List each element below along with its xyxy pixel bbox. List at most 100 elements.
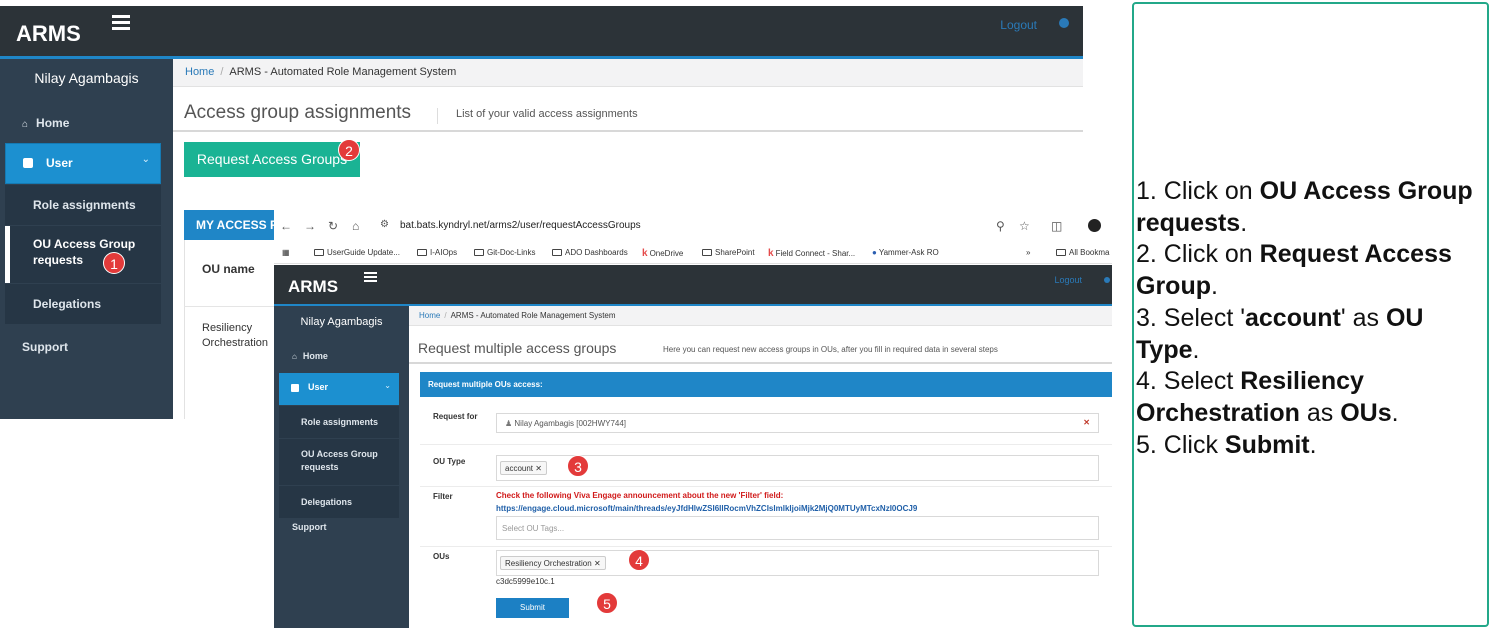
extensions-icon[interactable]: ◫ [1051, 219, 1062, 233]
sidebar-item-label: Delegations [33, 297, 102, 311]
sidebar-item-home[interactable]: ⌂ Home [22, 116, 69, 130]
sidebar-item-label: Home [36, 116, 70, 130]
row-divider [420, 444, 1112, 445]
hamburger-menu-icon[interactable] [112, 15, 130, 31]
instruction-step-4: 4. Select Resiliency Orchestration as OU… [1136, 367, 1399, 427]
user-icon[interactable] [1059, 18, 1069, 28]
request-for-field[interactable]: ♟ Nilay Agambagis [002HWY744] ✕ [496, 413, 1099, 433]
ou-tags-input[interactable]: Select OU Tags... [496, 516, 1099, 540]
page-title: Request multiple access groups [418, 340, 617, 356]
bookmarks-more[interactable]: » [1026, 248, 1030, 257]
sidebar-item-support[interactable]: Support [22, 340, 68, 354]
sidebar-item-label: Role assignments [301, 417, 379, 427]
instruction-step-1: 1. Click on OU Access Group requests. [1136, 177, 1473, 237]
submit-button[interactable]: Submit [496, 598, 569, 618]
step-badge-2: 2 [338, 139, 360, 161]
brand-logo: ARMS [16, 21, 81, 46]
breadcrumb-home-link[interactable]: Home [419, 311, 440, 320]
access-panel [184, 210, 284, 419]
breadcrumb: Home / ARMS - Automated Role Management Sy… [409, 306, 1112, 326]
breadcrumb: Home / ARMS - Automated Role Management Sy… [173, 59, 1083, 87]
folder-icon [1056, 249, 1066, 256]
home-icon[interactable]: ⌂ [352, 219, 359, 233]
breadcrumb-current: ARMS - Automated Role Management System [229, 66, 457, 78]
row-divider [420, 486, 1112, 487]
bookmark-item[interactable]: I-AIOps [417, 248, 457, 257]
step-badge-5: 5 [596, 592, 618, 614]
access-panel-header: MY ACCESS R [184, 210, 284, 240]
table-column-ou-name: OU name [202, 262, 255, 276]
filter-label: Filter [433, 492, 453, 501]
zoom-icon[interactable]: ⚲ [996, 219, 1005, 233]
instruction-step-5: 5. Click Submit. [1136, 430, 1317, 459]
ou-type-tag[interactable]: account ✕ [500, 461, 547, 475]
sidebar-item-support[interactable]: Support [292, 522, 327, 532]
top-navbar: ARMS Logout [0, 6, 1083, 56]
sidebar-item-label: Role assignments [33, 198, 136, 212]
step-badge-3: 3 [567, 455, 589, 477]
ous-tag-label: Resiliency Orchestration [505, 559, 592, 568]
sidebar-item-user[interactable]: User ⌄ [5, 143, 161, 184]
bookmark-item[interactable]: k Field Connect - Shar... [768, 248, 855, 259]
bookmark-item[interactable]: SharePoint [702, 248, 755, 257]
folder-icon [474, 249, 484, 256]
bookmark-item[interactable]: k OneDrive [642, 248, 683, 259]
remove-tag-icon[interactable]: ✕ [594, 559, 601, 568]
sidebar-item-ou-access-group-requests[interactable]: OU Access Group requests [5, 226, 161, 283]
step-badge-1: 1 [103, 252, 125, 274]
reload-icon[interactable]: ↻ [328, 219, 338, 233]
logout-link[interactable]: Logout [1054, 275, 1082, 285]
kyndryl-icon: k [642, 248, 648, 259]
user-icon[interactable] [1104, 277, 1110, 283]
breadcrumb-separator: / [444, 311, 447, 320]
ous-select[interactable]: Resiliency Orchestration ✕ [496, 550, 1099, 576]
instruction-step-2: 2. Click on Request Access Group. [1136, 240, 1452, 301]
title-divider [437, 108, 438, 124]
request-panel-header: Request multiple OUs access: [420, 372, 1112, 397]
home-icon: ⌂ [22, 119, 29, 130]
star-icon[interactable]: ☆ [1019, 219, 1030, 233]
yammer-icon: ● [872, 248, 877, 257]
row-divider [420, 546, 1112, 547]
sidebar-item-user[interactable]: User ⌄ [279, 373, 399, 405]
sidebar-item-ou-access-group-requests[interactable]: OU Access Group requests [279, 439, 399, 485]
sidebar: Nilay Agambagis ⌂ Home User ⌄ Role assign… [274, 306, 409, 628]
chevron-down-icon: ⌄ [141, 154, 150, 165]
table-cell: Resiliency Orchestration [202, 322, 269, 349]
forward-arrow-icon[interactable]: → [304, 219, 316, 233]
bookmark-item[interactable]: Git-Doc-Links [474, 248, 535, 257]
instruction-step-3: 3. Select 'account' as OU Type. [1136, 303, 1424, 364]
bookmark-item[interactable]: UserGuide Update... [314, 248, 400, 257]
ous-label: OUs [433, 552, 450, 561]
sidebar-item-role-assignments[interactable]: Role assignments [5, 185, 161, 225]
back-arrow-icon[interactable]: ← [280, 219, 292, 233]
sidebar-item-label: Delegations [301, 497, 353, 507]
apps-grid-icon[interactable]: ▦ [282, 248, 290, 257]
sidebar-item-delegations[interactable]: Delegations [5, 284, 161, 324]
sidebar-item-label: OU Access Group requests [33, 237, 136, 267]
filter-announcement-link[interactable]: https://engage.cloud.microsoft/main/thre… [496, 504, 917, 513]
breadcrumb-home-link[interactable]: Home [185, 66, 214, 78]
all-bookmarks[interactable]: All Bookma [1056, 248, 1109, 257]
site-info-icon[interactable]: ⚙ [380, 219, 389, 230]
step-badge-4: 4 [628, 549, 650, 571]
profile-avatar[interactable] [1088, 219, 1101, 232]
sidebar-item-role-assignments[interactable]: Role assignments [279, 406, 399, 438]
url-text: bat.bats.kyndryl.net/arms2/user/requestA… [400, 220, 641, 231]
logout-link[interactable]: Logout [1000, 18, 1037, 32]
request-access-groups-button[interactable]: Request Access Groups [184, 142, 360, 177]
brand-logo: ARMS [288, 277, 339, 296]
sidebar-item-delegations[interactable]: Delegations [279, 486, 399, 518]
bookmark-item[interactable]: ADO Dashboards [552, 248, 628, 257]
bookmark-item[interactable]: ● Yammer-Ask RO [872, 248, 939, 257]
instructions-text: 1. Click on OU Access Group requests. 2.… [1136, 176, 1488, 461]
sidebar-item-home[interactable]: ⌂ Home [292, 351, 328, 361]
sidebar-item-label: User [46, 156, 73, 170]
address-bar[interactable]: ⚙ bat.bats.kyndryl.net/arms2/user/reques… [374, 216, 1094, 236]
hamburger-menu-icon[interactable] [364, 272, 377, 284]
clear-icon[interactable]: ✕ [1083, 418, 1090, 427]
ous-tag[interactable]: Resiliency Orchestration ✕ [500, 556, 606, 570]
remove-tag-icon[interactable]: ✕ [535, 464, 542, 473]
bookmarks-bar: ▦ UserGuide Update... I-AIOps Git-Doc-Li… [274, 242, 1112, 264]
folder-icon [417, 249, 427, 256]
